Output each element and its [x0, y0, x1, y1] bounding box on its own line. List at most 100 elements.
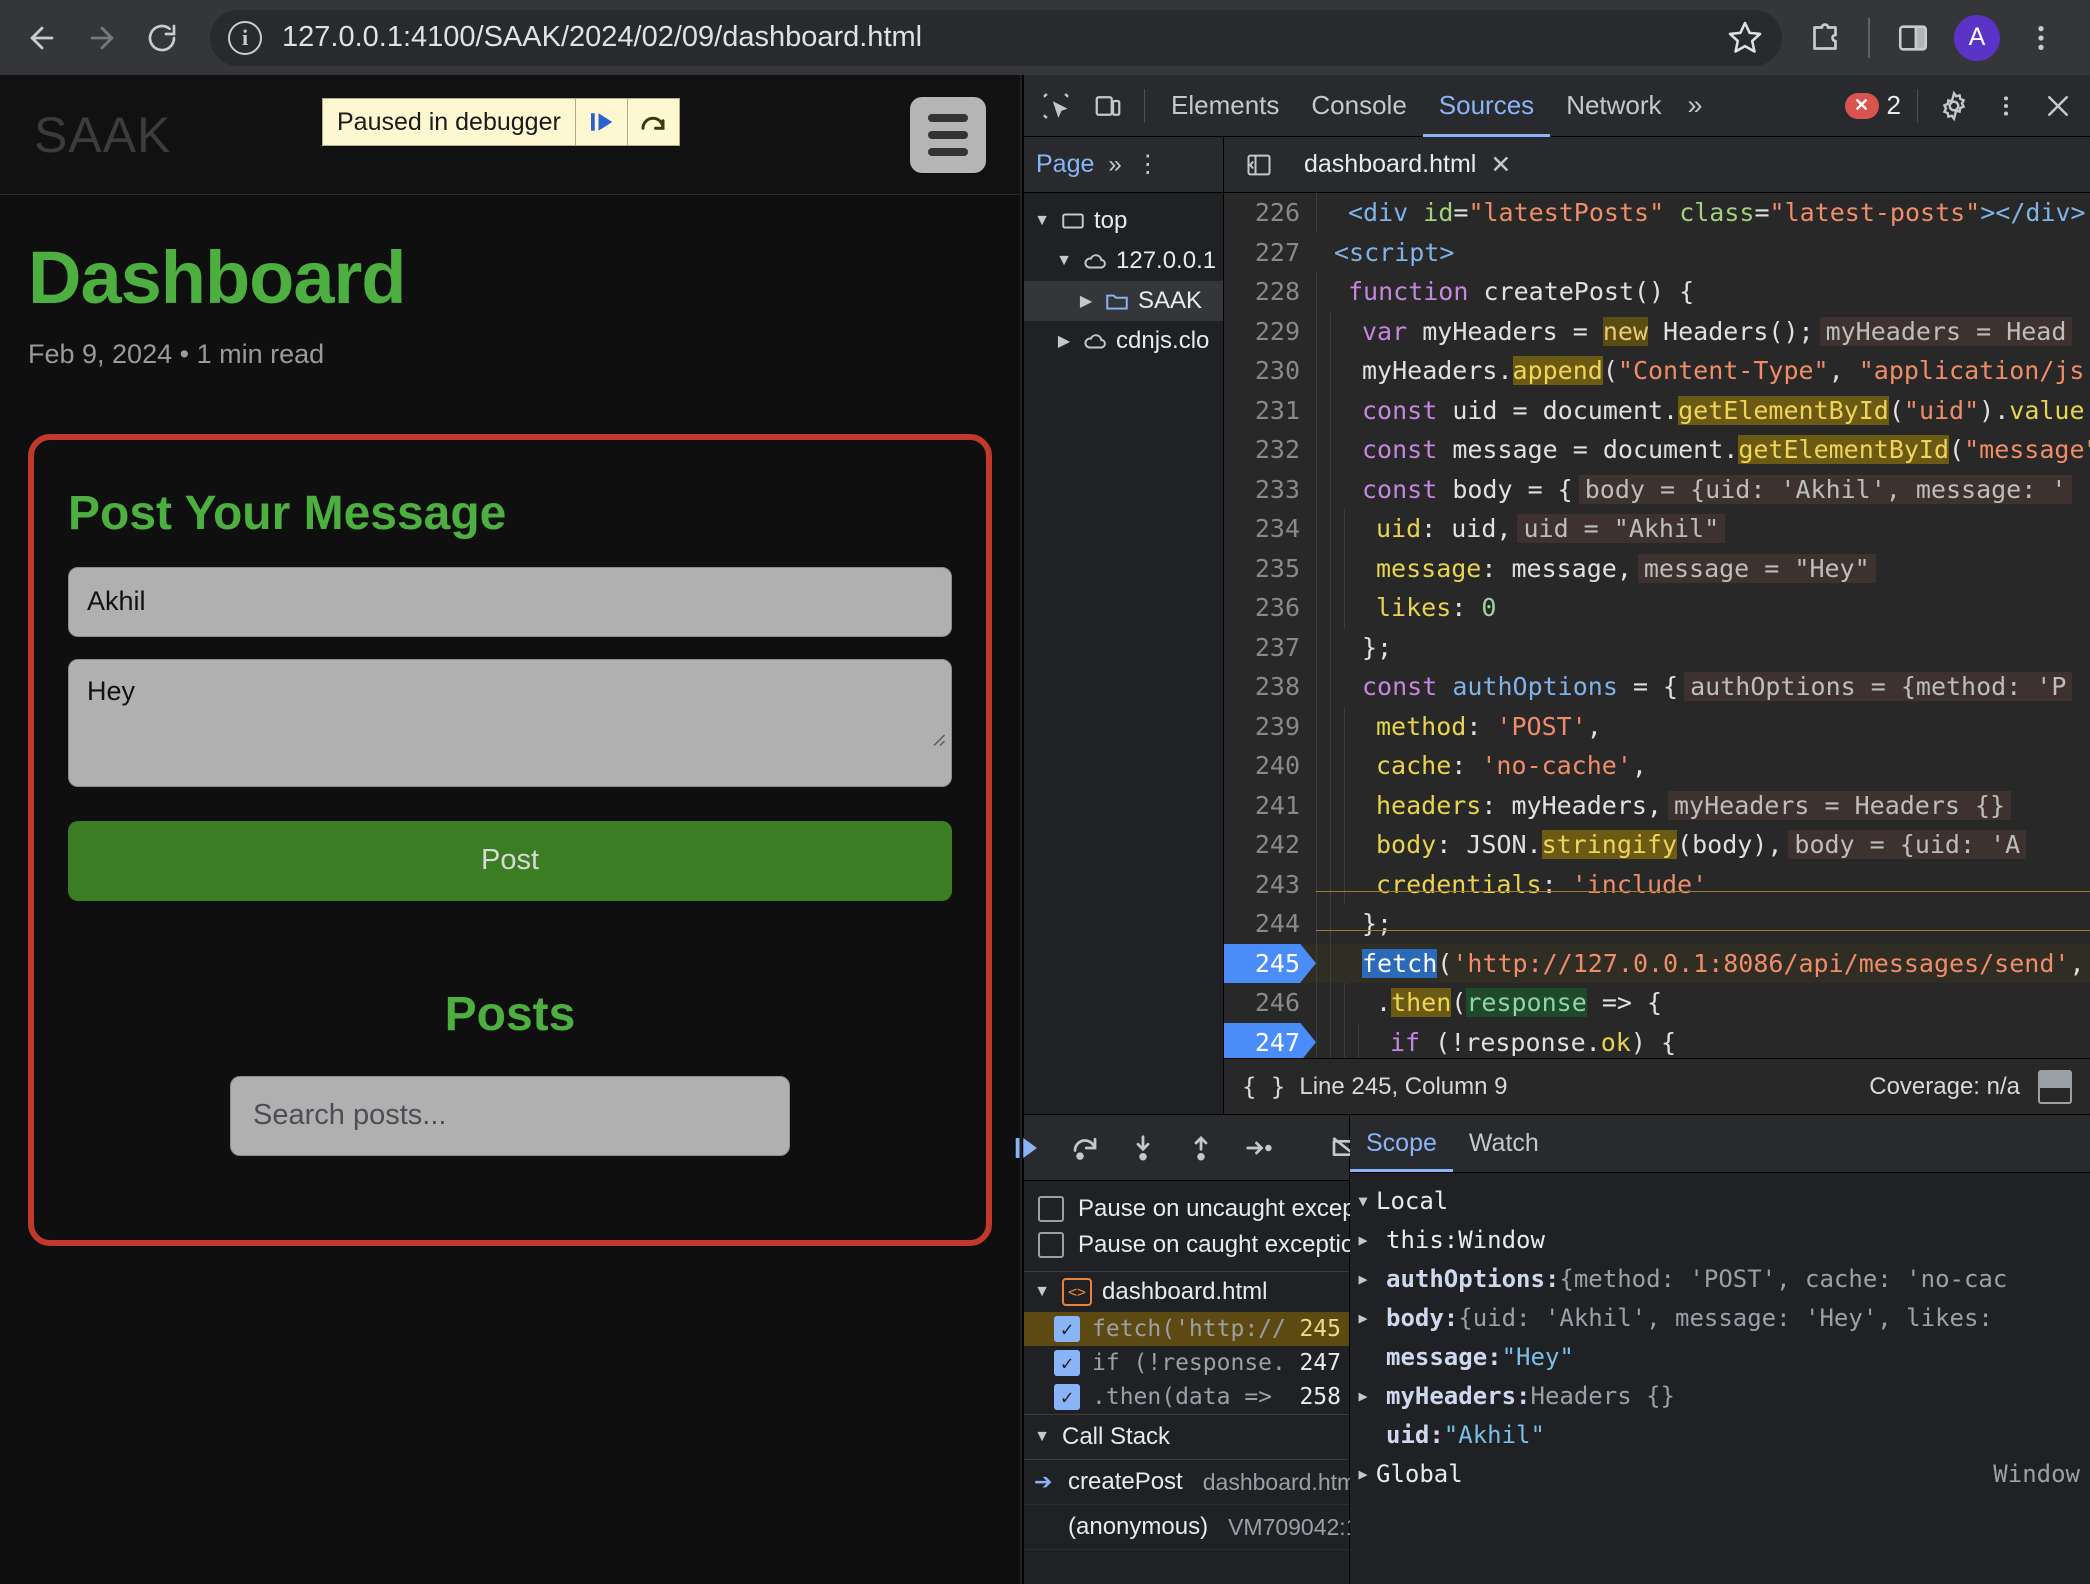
inspect-element-icon[interactable]	[1033, 83, 1079, 129]
checkbox-checked[interactable]: ✓	[1054, 1316, 1080, 1342]
line-number[interactable]: 236	[1224, 588, 1316, 628]
chevron-right-icon[interactable]: ▶	[1350, 1387, 1376, 1405]
pause-option-row[interactable]: Pause on caught exceptions	[1024, 1227, 1380, 1263]
call-stack-frame[interactable]: (anonymous) VM709042:1	[1024, 1505, 1359, 1550]
tab-console[interactable]: Console	[1295, 75, 1422, 137]
chevron-right-icon[interactable]: ▶	[1350, 1465, 1376, 1483]
chevron-down-icon[interactable]: ▼	[1032, 1428, 1052, 1446]
code-line[interactable]: 233 const body = {body = {uid: 'Akhil', m…	[1224, 469, 2090, 509]
step-into-next-function-call-icon[interactable]	[1128, 1133, 1158, 1163]
code-line[interactable]: 244};	[1224, 904, 2090, 944]
extensions-icon[interactable]	[1798, 11, 1852, 65]
chevron-right-icon[interactable]: ▶	[1350, 1309, 1376, 1327]
tab-scope[interactable]: Scope	[1350, 1115, 1453, 1172]
code-line[interactable]: 228 function createPost() {	[1224, 272, 2090, 312]
close-devtools-icon[interactable]	[2035, 83, 2081, 129]
menu-button[interactable]	[910, 96, 986, 173]
line-number[interactable]: 228	[1224, 272, 1316, 312]
step-out-of-current-function-icon[interactable]	[1186, 1133, 1216, 1163]
line-number[interactable]: 227	[1224, 232, 1316, 272]
chevron-right-icon[interactable]: ▶	[1076, 291, 1096, 311]
bookmark-star-icon[interactable]	[1718, 11, 1772, 65]
site-info-icon[interactable]: i	[228, 20, 262, 55]
uid-input[interactable]	[68, 566, 952, 637]
code-line[interactable]: 229 var myHeaders = new Headers(); myHeade…	[1224, 311, 2090, 351]
code-line[interactable]: 234 uid: uid, uid = "Akhil"	[1224, 509, 2090, 549]
code-line[interactable]: 226 <div id="latestPosts" class="latest-p…	[1224, 193, 2090, 233]
scope-variable-uid[interactable]: uid: "Akhil"	[1350, 1415, 2090, 1454]
code-line[interactable]: 231 const uid = document.getElementById("…	[1224, 390, 2090, 430]
checkbox-checked[interactable]: ✓	[1054, 1350, 1080, 1376]
back-button[interactable]	[16, 12, 68, 64]
code-editor[interactable]: 226 <div id="latestPosts" class="latest-p…	[1224, 193, 2090, 1058]
line-number[interactable]: 231	[1224, 390, 1316, 430]
tree-item-127-0-0-1[interactable]: ▼ 127.0.0.1	[1024, 241, 1223, 281]
line-number[interactable]: 241	[1224, 785, 1316, 825]
device-toolbar-icon[interactable]	[1085, 83, 1131, 129]
side-panel-icon[interactable]	[1886, 11, 1940, 65]
scope-variable-body[interactable]: ▶ body: {uid: 'Akhil', message: 'Hey', li…	[1350, 1298, 2090, 1337]
code-line[interactable]: 243 credentials: 'include'	[1224, 864, 2090, 904]
tab-watch[interactable]: Watch	[1453, 1115, 1555, 1172]
message-input[interactable]: Hey	[68, 658, 952, 787]
call-stack-header[interactable]: ▼ Call Stack	[1024, 1415, 1349, 1460]
breakpoint-row[interactable]: ✓ fetch('http://127.0… 245	[1024, 1312, 1349, 1346]
code-line-breakpoint[interactable]: 247 if (!response.ok) {	[1224, 1022, 2090, 1058]
more-tabs-icon[interactable]: »	[1678, 90, 1713, 121]
scope-variable-message[interactable]: message: "Hey"	[1350, 1337, 2090, 1376]
breakpoint-file-header[interactable]: ▼ <> dashboard.html	[1024, 1272, 1349, 1312]
navigator-menu-icon[interactable]: ⋮	[1136, 150, 1160, 179]
code-line[interactable]: 241 headers: myHeaders, myHeaders = Header…	[1224, 785, 2090, 825]
chevron-down-icon[interactable]: ▼	[1350, 1192, 1376, 1210]
code-line[interactable]: 240 cache: 'no-cache',	[1224, 746, 2090, 786]
line-number[interactable]: 229	[1224, 311, 1316, 351]
scope-variable-myHeaders[interactable]: ▶ myHeaders: Headers {}	[1350, 1376, 2090, 1415]
chevron-right-icon[interactable]: ▶	[1054, 331, 1074, 351]
chevron-down-icon[interactable]: ▼	[1032, 1283, 1052, 1301]
line-number[interactable]: 239	[1224, 706, 1316, 746]
line-number[interactable]: 247	[1224, 1022, 1316, 1058]
tree-item-top[interactable]: ▼ top	[1024, 201, 1223, 241]
line-number[interactable]: 246	[1224, 983, 1316, 1023]
navigator-page-tab[interactable]: Page	[1036, 150, 1094, 179]
navigator-more-icon[interactable]: »	[1108, 151, 1121, 179]
breakpoint-row[interactable]: ✓ if (!response.ok) {247	[1024, 1346, 1349, 1380]
line-number[interactable]: 230	[1224, 351, 1316, 391]
code-line[interactable]: 242 body: JSON.stringify(body), body = {ui…	[1224, 825, 2090, 865]
banner-resume-icon[interactable]	[574, 99, 627, 145]
line-number[interactable]: 234	[1224, 509, 1316, 549]
forward-button[interactable]	[76, 12, 128, 64]
tab-elements[interactable]: Elements	[1155, 75, 1295, 137]
code-line-breakpoint[interactable]: 245 fetch('http://127.0.0.1:8086/api/mess…	[1224, 943, 2090, 983]
line-number[interactable]: 232	[1224, 430, 1316, 470]
line-number[interactable]: 245	[1224, 943, 1316, 983]
file-tab-dashboard[interactable]: dashboard.html ✕	[1290, 137, 1525, 193]
chevron-down-icon[interactable]: ▼	[1054, 252, 1074, 270]
devtools-menu-icon[interactable]	[1983, 83, 2029, 129]
tab-network[interactable]: Network	[1550, 75, 1677, 137]
scope-variable-this[interactable]: ▶ this: Window	[1350, 1220, 2090, 1259]
code-line[interactable]: 239 method: 'POST',	[1224, 706, 2090, 746]
chevron-down-icon[interactable]: ▼	[1032, 212, 1052, 230]
code-line[interactable]: 237};	[1224, 627, 2090, 667]
step-over-next-function-call-icon[interactable]	[1070, 1133, 1100, 1163]
line-number[interactable]: 226	[1224, 193, 1316, 233]
tab-sources[interactable]: Sources	[1423, 75, 1550, 137]
banner-step-over-icon[interactable]	[626, 99, 679, 145]
profile-avatar[interactable]: A	[1954, 14, 2000, 61]
address-bar[interactable]: i 127.0.0.1:4100/SAAK/2024/02/09/dashboa…	[210, 9, 1782, 66]
post-button[interactable]: Post	[68, 820, 952, 901]
error-badge[interactable]: ✕ 2	[1844, 90, 1907, 121]
file-tab-close-icon[interactable]: ✕	[1490, 150, 1511, 180]
line-number[interactable]: 238	[1224, 667, 1316, 707]
show-drawer-icon[interactable]	[2038, 1069, 2072, 1104]
settings-gear-icon[interactable]	[1931, 83, 1977, 129]
step-icon[interactable]	[1244, 1133, 1274, 1163]
code-line[interactable]: 238 const authOptions = {authOptions = {m…	[1224, 667, 2090, 707]
code-line[interactable]: 227 <script>	[1224, 232, 2090, 272]
browser-menu-icon[interactable]	[2014, 11, 2068, 65]
scope-section-local[interactable]: ▼ Local	[1350, 1181, 2090, 1220]
code-line[interactable]: 232 const message = document.getElementBy…	[1224, 430, 2090, 470]
code-line[interactable]: 246 .then(response => {	[1224, 983, 2090, 1023]
line-number[interactable]: 233	[1224, 469, 1316, 509]
